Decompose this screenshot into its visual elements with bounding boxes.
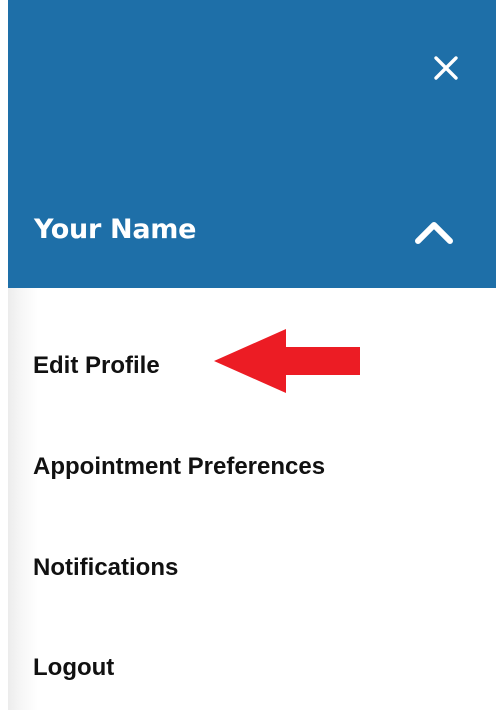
- menu-item-logout[interactable]: Logout: [33, 654, 114, 682]
- menu-header: Your Name: [8, 0, 496, 288]
- menu-item-notifications[interactable]: Notifications: [33, 554, 178, 582]
- menu-item-appointment-preferences[interactable]: Appointment Preferences: [33, 453, 325, 481]
- user-name: Your Name: [34, 214, 197, 245]
- account-menu: Your Name Edit Profile Appointment Prefe…: [0, 0, 496, 710]
- chevron-up-icon: [415, 222, 453, 244]
- close-icon: [434, 56, 458, 80]
- left-arrow-icon: [214, 329, 360, 393]
- collapse-toggle[interactable]: [412, 214, 456, 250]
- menu-item-edit-profile[interactable]: Edit Profile: [33, 352, 160, 380]
- close-button[interactable]: [428, 50, 464, 86]
- user-name-toggle[interactable]: Your Name: [8, 196, 496, 272]
